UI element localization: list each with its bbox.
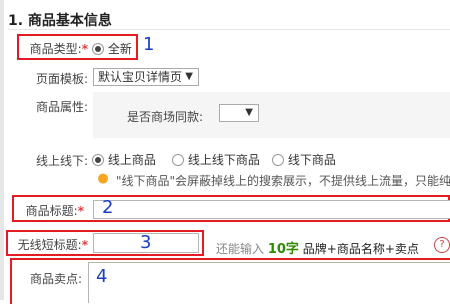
required-mark: * bbox=[81, 42, 88, 56]
help-icon[interactable]: ? bbox=[434, 237, 450, 253]
radio-online-offline-label: 线上线下商品 bbox=[187, 153, 260, 167]
lightbulb-icon: ● bbox=[97, 171, 109, 186]
wireless-title-hint: 还能输入 10字 品牌+商品名称+卖点 bbox=[216, 238, 419, 257]
chevron-down-icon: ▼ bbox=[185, 71, 193, 82]
radio-unselected-icon[interactable] bbox=[272, 154, 284, 166]
annotation-number: 4 bbox=[96, 266, 108, 287]
annotation-number: 3 bbox=[140, 232, 152, 253]
required-mark: * bbox=[81, 238, 88, 252]
product-title-label: 商品标题:* bbox=[20, 202, 84, 219]
mall-same-select[interactable]: ▼ bbox=[219, 104, 259, 122]
selling-point-textarea[interactable] bbox=[88, 262, 450, 303]
product-type-label-text: 商品类型: bbox=[29, 42, 82, 56]
product-type-label: 商品类型:* bbox=[24, 40, 88, 57]
hint-prefix: 还能输入 bbox=[216, 242, 265, 256]
radio-offline[interactable]: 线下商品 bbox=[272, 151, 336, 168]
product-type-option-label: 全新 bbox=[107, 42, 132, 56]
radio-online[interactable]: 线上商品 bbox=[92, 151, 156, 168]
wireless-title-label-text: 无线短标题: bbox=[17, 238, 82, 252]
hint-suffix: 品牌+商品名称+卖点 bbox=[302, 242, 419, 256]
title-divider bbox=[8, 29, 450, 30]
radio-online-label: 线上商品 bbox=[107, 153, 156, 167]
page-template-value: 默认宝贝详情页 bbox=[98, 70, 183, 84]
product-title-label-text: 商品标题: bbox=[25, 204, 78, 218]
page-template-label: 页面模板: bbox=[35, 72, 88, 86]
radio-unselected-icon[interactable] bbox=[172, 154, 184, 166]
chevron-down-icon: ▼ bbox=[245, 107, 253, 118]
mall-same-label: 是否商场同款: bbox=[127, 110, 204, 124]
radio-selected-icon[interactable] bbox=[92, 154, 104, 166]
wireless-title-label: 无线短标题:* bbox=[10, 236, 88, 253]
selling-point-label: 商品卖点: bbox=[29, 272, 82, 286]
offline-tip-text: "线下商品"会屏蔽掉线上的搜索展示，不提供线上流量，只能纯线 bbox=[116, 174, 450, 188]
section-title: 1. 商品基本信息 bbox=[8, 13, 112, 29]
hint-count: 10字 bbox=[267, 242, 299, 257]
product-title-input[interactable] bbox=[93, 200, 450, 219]
left-scroll-strip bbox=[0, 0, 4, 300]
radio-selected-icon[interactable] bbox=[92, 43, 104, 55]
annotation-number: 1 bbox=[143, 34, 155, 55]
product-attr-label: 商品属性: bbox=[35, 100, 88, 114]
annotation-number: 2 bbox=[102, 197, 114, 218]
page-template-select[interactable]: 默认宝贝详情页 ▼ bbox=[93, 68, 199, 86]
product-type-option[interactable]: 全新 bbox=[92, 40, 132, 57]
radio-offline-label: 线下商品 bbox=[287, 153, 336, 167]
online-offline-label: 线上线下: bbox=[35, 154, 88, 168]
radio-online-offline[interactable]: 线上线下商品 bbox=[172, 151, 260, 168]
required-mark: * bbox=[77, 204, 84, 218]
